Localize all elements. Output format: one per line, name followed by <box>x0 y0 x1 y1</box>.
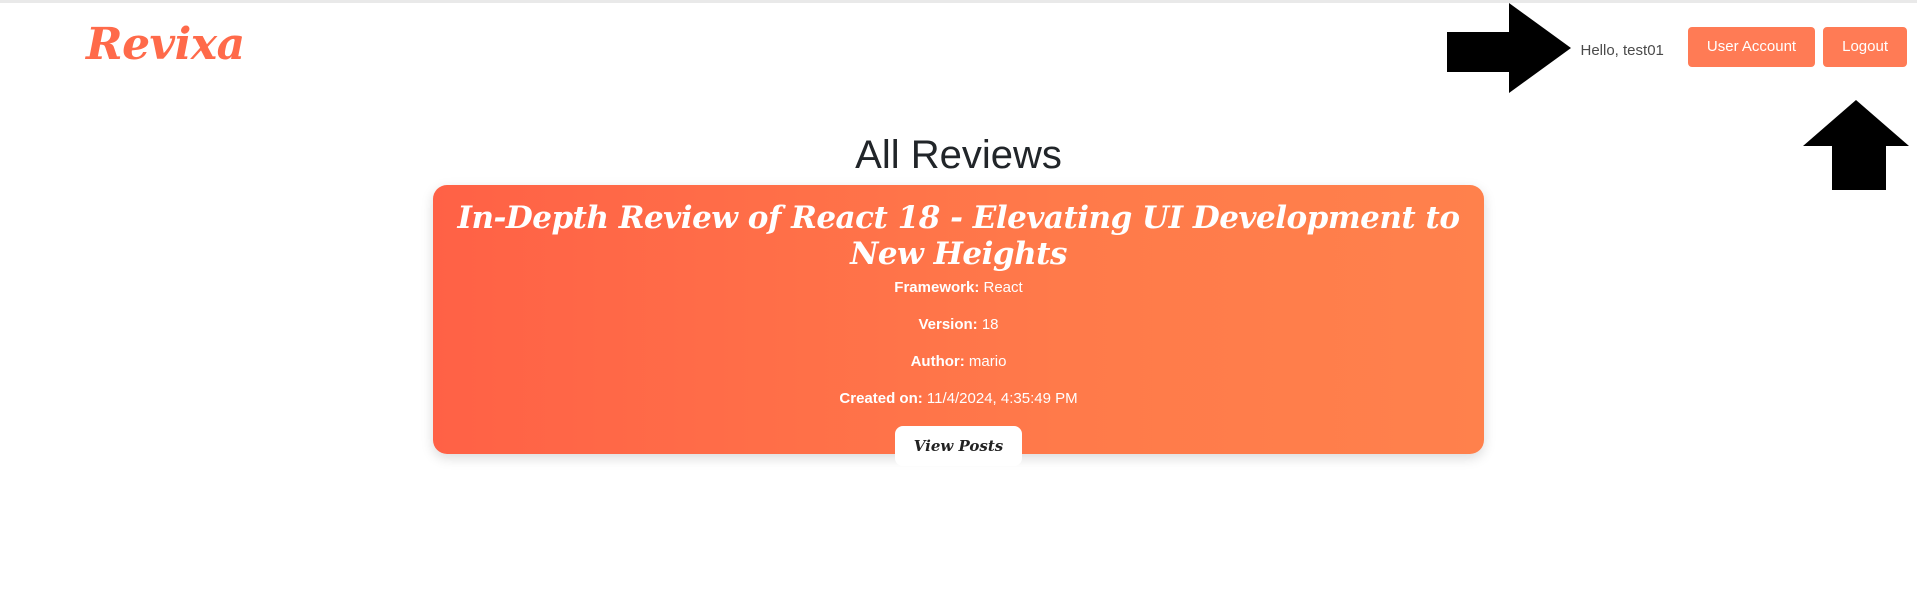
user-account-button[interactable]: User Account <box>1687 27 1816 67</box>
review-created: Created on: 11/4/2024, 4:35:49 PM <box>433 389 1484 409</box>
user-greeting: Hello, test01 <box>1580 41 1664 59</box>
brand-logo[interactable]: Revixa <box>86 23 245 67</box>
review-title: In-Depth Review of React 18 - Elevating … <box>457 200 1460 272</box>
created-label: Created on: <box>839 390 923 408</box>
page-title: All Reviews <box>855 133 1062 177</box>
review-version: Version: 18 <box>433 315 1484 335</box>
version-label: Version: <box>918 316 978 334</box>
review-card: In-Depth Review of React 18 - Elevating … <box>433 185 1484 467</box>
review-author: Author: mario <box>433 352 1484 372</box>
version-value: 18 <box>981 316 999 334</box>
framework-value: React <box>983 279 1023 297</box>
navbar-user-area: Hello, test01 User Account Logout <box>1580 26 1907 68</box>
review-framework: Framework: React <box>433 278 1484 298</box>
author-value: mario <box>968 353 1007 371</box>
logout-button[interactable]: Logout <box>1823 27 1907 67</box>
author-label: Author: <box>910 353 965 371</box>
navbar: Revixa Hello, test01 User Account Logout <box>0 3 1917 93</box>
framework-label: Framework: <box>894 279 980 297</box>
view-posts-button[interactable]: View Posts <box>894 426 1023 467</box>
arrow-right-icon <box>1447 3 1571 93</box>
created-value: 11/4/2024, 4:35:49 PM <box>926 390 1078 408</box>
